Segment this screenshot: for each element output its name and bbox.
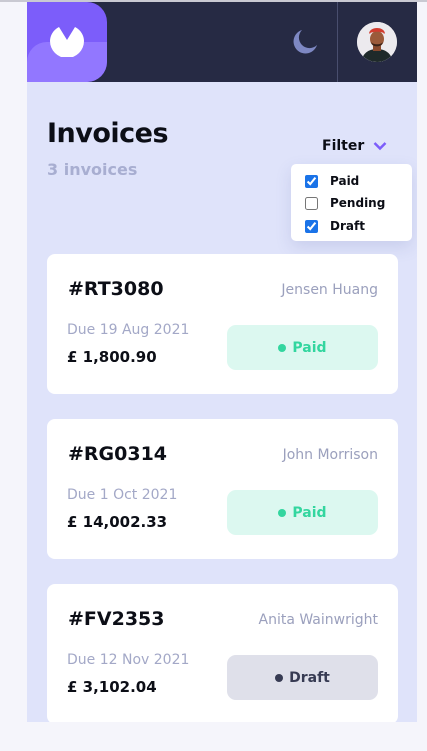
status-dot (275, 673, 284, 682)
filter-dropdown: Paid Pending Draft (291, 164, 412, 241)
client-name: Anita Wainwright (258, 612, 379, 628)
avatar[interactable] (357, 22, 397, 62)
client-name: John Morrison (282, 447, 378, 463)
logo-icon (50, 27, 84, 57)
invoice-id: #FV2353 (68, 608, 165, 630)
status-label: Draft (289, 669, 330, 686)
invoice-amount: £ 14,002.33 (67, 513, 168, 531)
invoice-amount: £ 1,800.90 (67, 348, 157, 366)
filter-checkbox-draft[interactable] (305, 219, 318, 233)
moon-icon[interactable] (291, 28, 319, 56)
filter-label: Filter (322, 138, 365, 154)
header-divider (337, 2, 338, 82)
invoice-card[interactable]: #RT3080 Jensen Huang Due 19 Aug 2021 £ 1… (47, 254, 398, 394)
chevron-down-icon (373, 142, 387, 151)
status-label: Paid (292, 339, 327, 356)
invoice-app: Invoices 3 invoices Filter Paid Pending … (27, 2, 417, 722)
invoice-card[interactable]: #FV2353 Anita Wainwright Due 12 Nov 2021… (47, 584, 398, 722)
page-title: Invoices (47, 118, 169, 149)
invoice-amount: £ 3,102.04 (67, 678, 157, 696)
filter-checkbox-pending[interactable] (305, 196, 318, 210)
status-dot (278, 343, 287, 352)
filter-option-label: Pending (330, 196, 386, 210)
status-dot (278, 508, 287, 517)
filter-option-paid[interactable]: Paid (305, 173, 359, 189)
invoice-id: #RG0314 (68, 443, 168, 465)
status-badge: Paid (227, 490, 378, 535)
filter-option-pending[interactable]: Pending (305, 195, 385, 211)
status-badge: Paid (227, 325, 378, 370)
filter-button[interactable]: Filter (322, 138, 387, 154)
client-name: Jensen Huang (281, 282, 378, 298)
filter-option-label: Draft (330, 219, 365, 233)
due-date: Due 12 Nov 2021 (67, 652, 190, 668)
invoice-count: 3 invoices (47, 160, 138, 179)
filter-option-label: Paid (330, 174, 360, 188)
filter-checkbox-paid[interactable] (305, 174, 318, 188)
invoice-card[interactable]: #RG0314 John Morrison Due 1 Oct 2021 £ 1… (47, 419, 398, 559)
filter-option-draft[interactable]: Draft (305, 218, 365, 234)
invoice-id: #RT3080 (68, 278, 164, 300)
status-badge: Draft (227, 655, 378, 700)
due-date: Due 19 Aug 2021 (67, 322, 190, 338)
logo[interactable] (27, 2, 107, 82)
app-header (27, 2, 417, 82)
status-label: Paid (292, 504, 327, 521)
due-date: Due 1 Oct 2021 (67, 487, 178, 503)
